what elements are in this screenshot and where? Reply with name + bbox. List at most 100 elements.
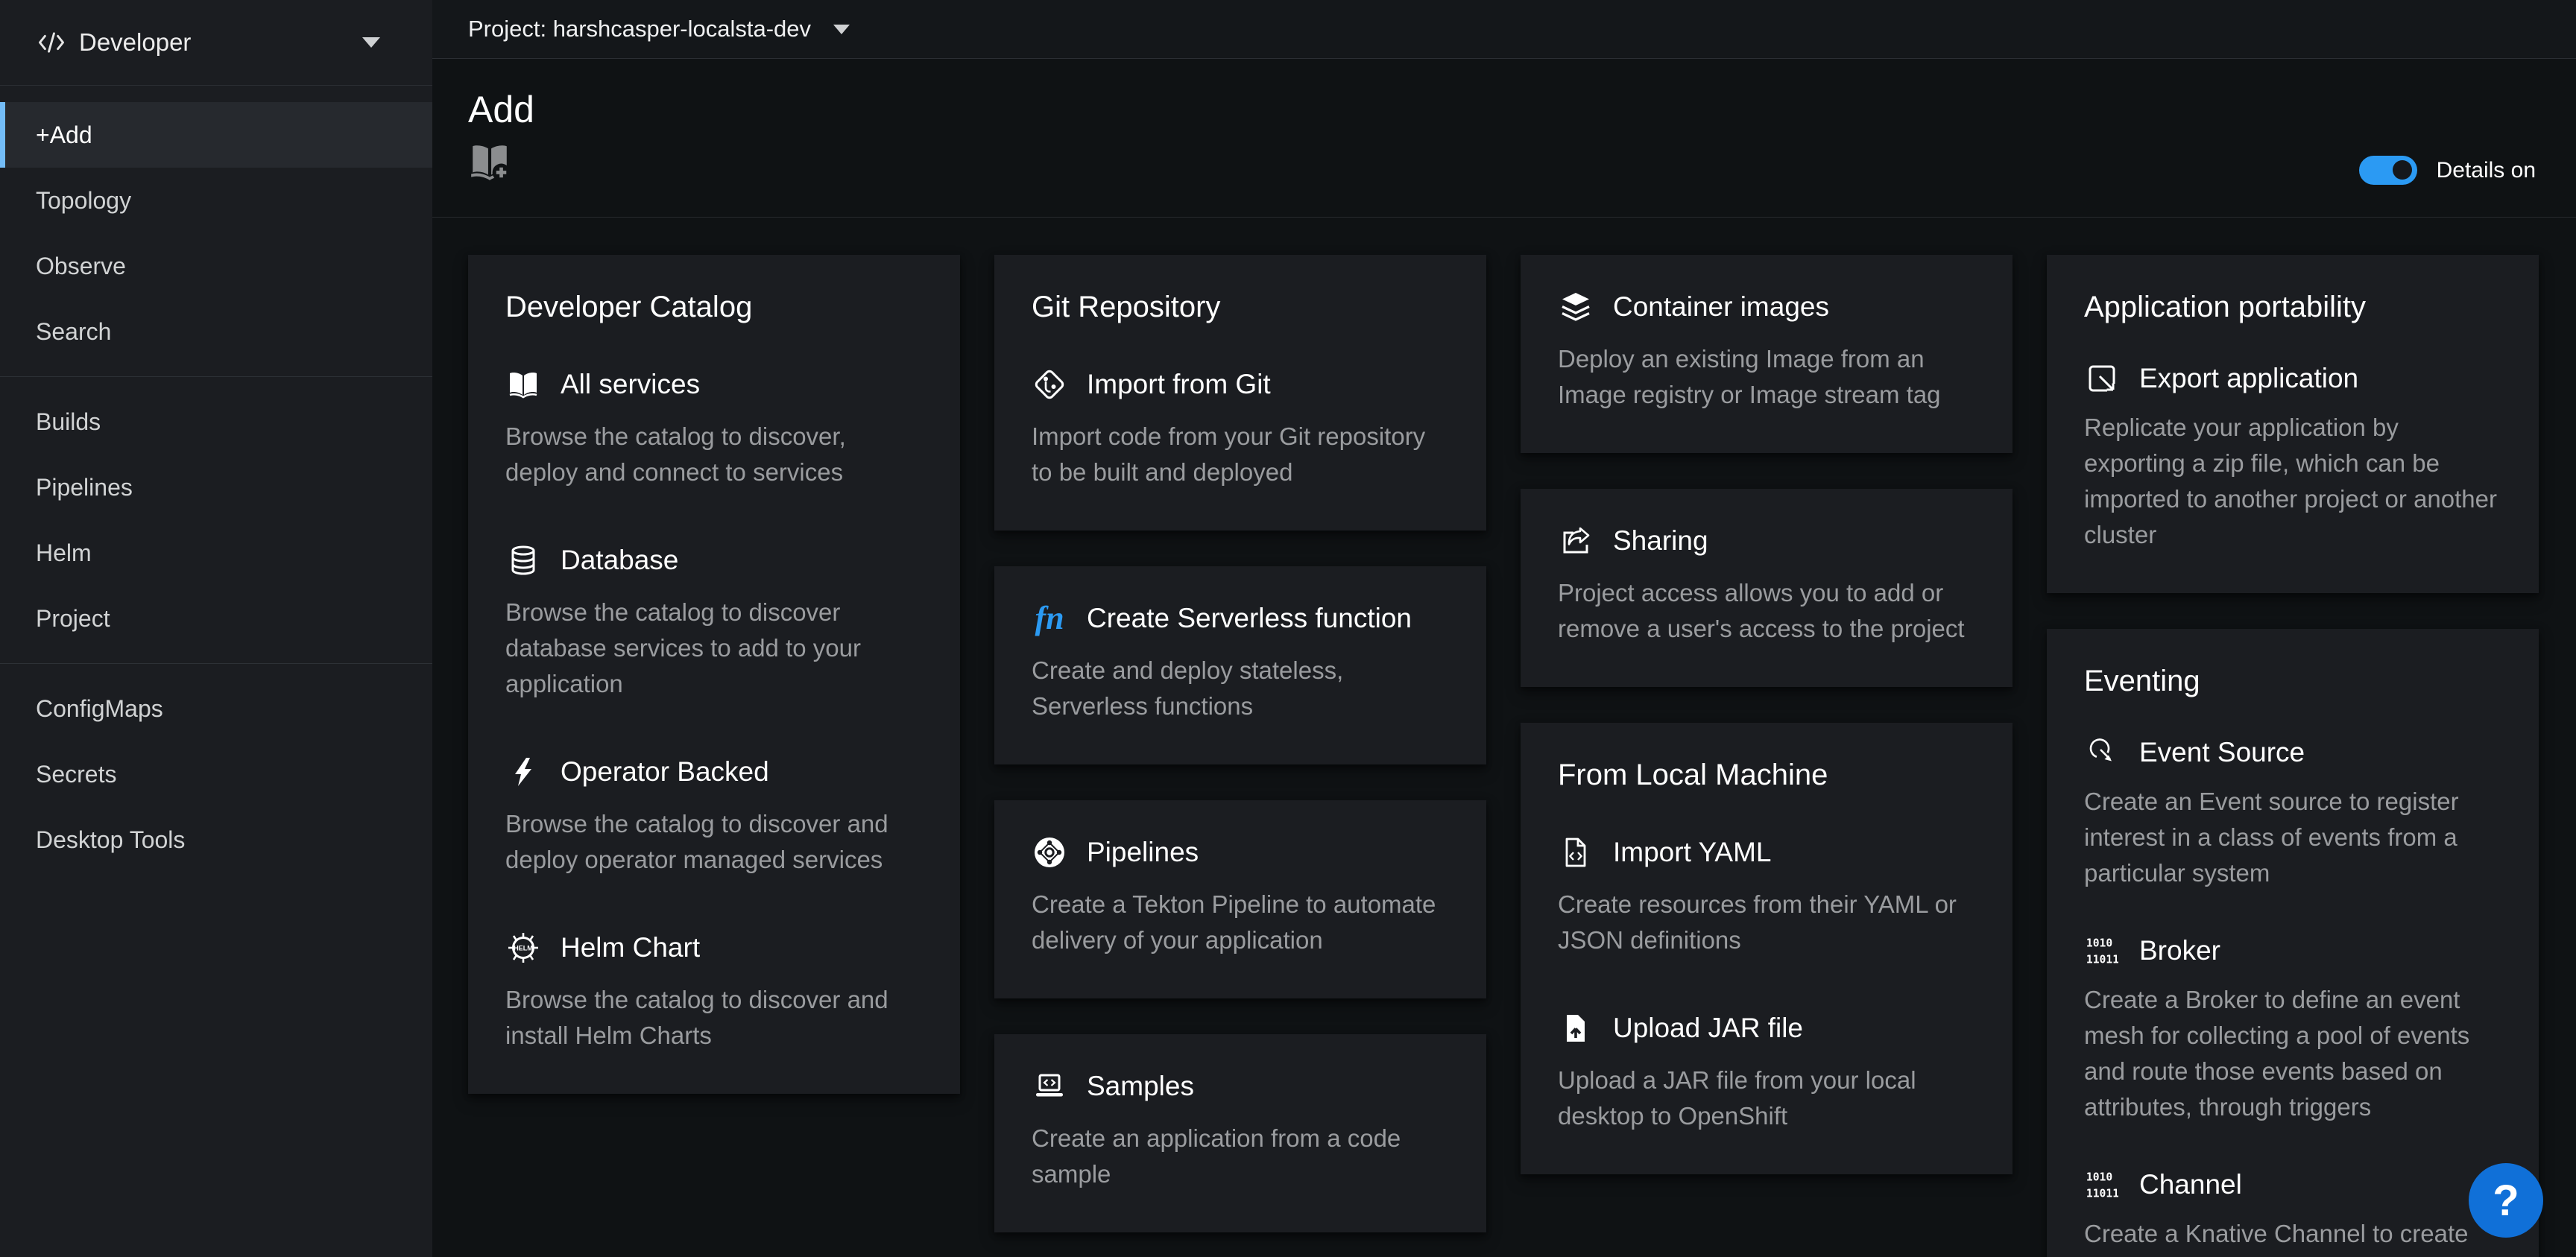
card-container-images: Container images Deploy an existing Image… (1521, 255, 2012, 453)
sidebar-item-add[interactable]: +Add (0, 102, 432, 168)
item-import-yaml[interactable]: Import YAML Create resources from their Y… (1558, 835, 1975, 958)
code-icon (37, 31, 66, 54)
item-description: Deploy an existing Image from an Image r… (1558, 341, 1975, 413)
item-description: Replicate your application by exporting … (2084, 410, 2501, 553)
item-create-serverless-function[interactable]: fnCreate Serverless functionCreate and d… (1032, 601, 1449, 724)
switch-knob-icon (2393, 160, 2412, 180)
project-selector-label: Project: harshcasper-localsta-dev (468, 16, 811, 42)
bolt-icon (505, 754, 541, 790)
helm-icon: HELM (505, 930, 541, 966)
item-title: Upload JAR file (1613, 1012, 1803, 1045)
export-icon (2084, 361, 2120, 396)
card-title: Eventing (2084, 663, 2501, 699)
item-description: Create a Tekton Pipeline to automate del… (1032, 887, 1449, 958)
item-title: Import YAML (1613, 836, 1771, 869)
item-all-services[interactable]: All services Browse the catalog to discov… (505, 367, 923, 490)
item-samples[interactable]: SamplesCreate an application from a code… (1032, 1068, 1449, 1192)
item-description: Create an Event source to register inter… (2084, 784, 2501, 891)
card-samples: SamplesCreate an application from a code… (994, 1034, 1486, 1232)
item-header: Operator Backed (505, 754, 923, 790)
item-description: Browse the catalog to discover and deplo… (505, 806, 923, 878)
item-header: Import YAML (1558, 835, 1975, 870)
item-title: Helm Chart (561, 931, 700, 964)
page-title: Add (468, 89, 2534, 130)
file-upload-icon (1558, 1010, 1594, 1046)
item-title: Database (561, 544, 678, 577)
item-upload-jar-file[interactable]: Upload JAR fileUpload a JAR file from yo… (1558, 1010, 1975, 1134)
item-import-from-git[interactable]: Import from GitImport code from your Git… (1032, 367, 1449, 490)
item-description: Browse the catalog to discover, deploy a… (505, 419, 923, 490)
caret-down-icon (833, 25, 850, 34)
sidebar-item-topology[interactable]: Topology (0, 168, 432, 233)
help-button[interactable]: ? (2469, 1163, 2543, 1238)
item-title: Event Source (2139, 736, 2305, 769)
item-description: Browse the catalog to discover and insta… (505, 982, 923, 1054)
card-title: From Local Machine (1558, 757, 1975, 793)
item-description: Create resources from their YAML or JSON… (1558, 887, 1975, 958)
item-title: Operator Backed (561, 756, 769, 788)
item-header: All services (505, 367, 923, 402)
git-icon (1032, 367, 1067, 402)
item-broker[interactable]: 101011011BrokerCreate a Broker to define… (2084, 933, 2501, 1125)
item-title: Container images (1613, 291, 1829, 323)
item-operator-backed[interactable]: Operator Backed Browse the catalog to dis… (505, 754, 923, 878)
item-title: Create Serverless function (1087, 602, 1412, 635)
sidebar-item-pipelines[interactable]: Pipelines (0, 455, 432, 520)
project-selector-bar[interactable]: Project: harshcasper-localsta-dev (432, 0, 2576, 59)
perspective-switcher[interactable]: Developer (0, 0, 432, 86)
event-source-icon (2084, 735, 2120, 770)
details-switch[interactable] (2359, 156, 2417, 185)
sidebar-item-secrets[interactable]: Secrets (0, 741, 432, 807)
item-helm-chart[interactable]: HELM Helm Chart Browse the catalog to disc… (505, 930, 923, 1054)
card-title: Git Repository (1032, 289, 1449, 325)
card-title: Application portability (2084, 289, 2501, 325)
sidebar-item-label: Observe (36, 253, 126, 280)
item-export-application[interactable]: Export application Replicate your applica… (2084, 361, 2501, 553)
card-git-repository: Git Repository Import from GitImport code… (994, 255, 1486, 531)
item-sharing[interactable]: SharingProject access allows you to add … (1558, 523, 1975, 647)
item-event-source[interactable]: Event Source Create an Event source to re… (2084, 735, 2501, 891)
item-container-images[interactable]: Container images Deploy an existing Image… (1558, 289, 1975, 413)
card-column: Container images Deploy an existing Image… (1521, 255, 2012, 1257)
sidebar-nav: +AddTopology Observe Search BuildsPipelines… (0, 86, 432, 873)
file-code-icon (1558, 835, 1594, 870)
item-title: Import from Git (1087, 368, 1271, 401)
svg-text:1010: 1010 (2086, 937, 2112, 950)
sidebar-item-observe[interactable]: Observe (0, 233, 432, 299)
item-description: Create a Broker to define an event mesh … (2084, 982, 2501, 1125)
card-sharing: SharingProject access allows you to add … (1521, 489, 2012, 687)
item-header: HELM Helm Chart (505, 930, 923, 966)
book-plus-icon (468, 142, 511, 183)
share-icon (1558, 523, 1594, 559)
item-channel[interactable]: 101011011ChannelCreate a Knative Channel… (2084, 1167, 2501, 1257)
item-description: Create a Knative Channel to create an ev… (2084, 1216, 2501, 1257)
sidebar-item-label: ConfigMaps (36, 695, 163, 723)
item-header: Container images (1558, 289, 1975, 325)
item-header: Sharing (1558, 523, 1975, 559)
binary-icon: 1010 11011 (2084, 933, 2120, 969)
card-application-portability: Application portability Export applicatio… (2047, 255, 2539, 593)
page-header: Add Details on (432, 59, 2576, 218)
item-header: fnCreate Serverless function (1032, 601, 1449, 636)
card-column: Git Repository Import from GitImport code… (994, 255, 1486, 1257)
item-header: Import from Git (1032, 367, 1449, 402)
sidebar-item-builds[interactable]: Builds (0, 389, 432, 455)
item-database[interactable]: DatabaseBrowse the catalog to discover d… (505, 542, 923, 702)
sidebar-item-desktop-tools[interactable]: Desktop Tools (0, 807, 432, 873)
add-page: Add Details on Developer CatalogAll serv… (432, 59, 2576, 1257)
card-eventing: Eventing Event Source Create an Event sour… (2047, 629, 2539, 1257)
tekton-icon (1032, 835, 1067, 870)
item-pipelines[interactable]: PipelinesCreate a Tekton Pipeline to aut… (1032, 835, 1449, 958)
item-title: Export application (2139, 362, 2358, 395)
sidebar-item-helm[interactable]: Helm (0, 520, 432, 586)
svg-text:1010: 1010 (2086, 1171, 2112, 1184)
details-switch-label: Details on (2437, 158, 2536, 183)
quick-starts-button[interactable] (468, 142, 511, 183)
sidebar-item-label: Project (36, 605, 110, 633)
sidebar-item-search[interactable]: Search (0, 299, 432, 364)
item-title: Channel (2139, 1168, 2242, 1201)
item-header: Event Source (2084, 735, 2501, 770)
sidebar-item-configmaps[interactable]: ConfigMaps (0, 676, 432, 741)
sidebar-item-project[interactable]: Project (0, 586, 432, 651)
svg-text:11011: 11011 (2086, 954, 2118, 966)
